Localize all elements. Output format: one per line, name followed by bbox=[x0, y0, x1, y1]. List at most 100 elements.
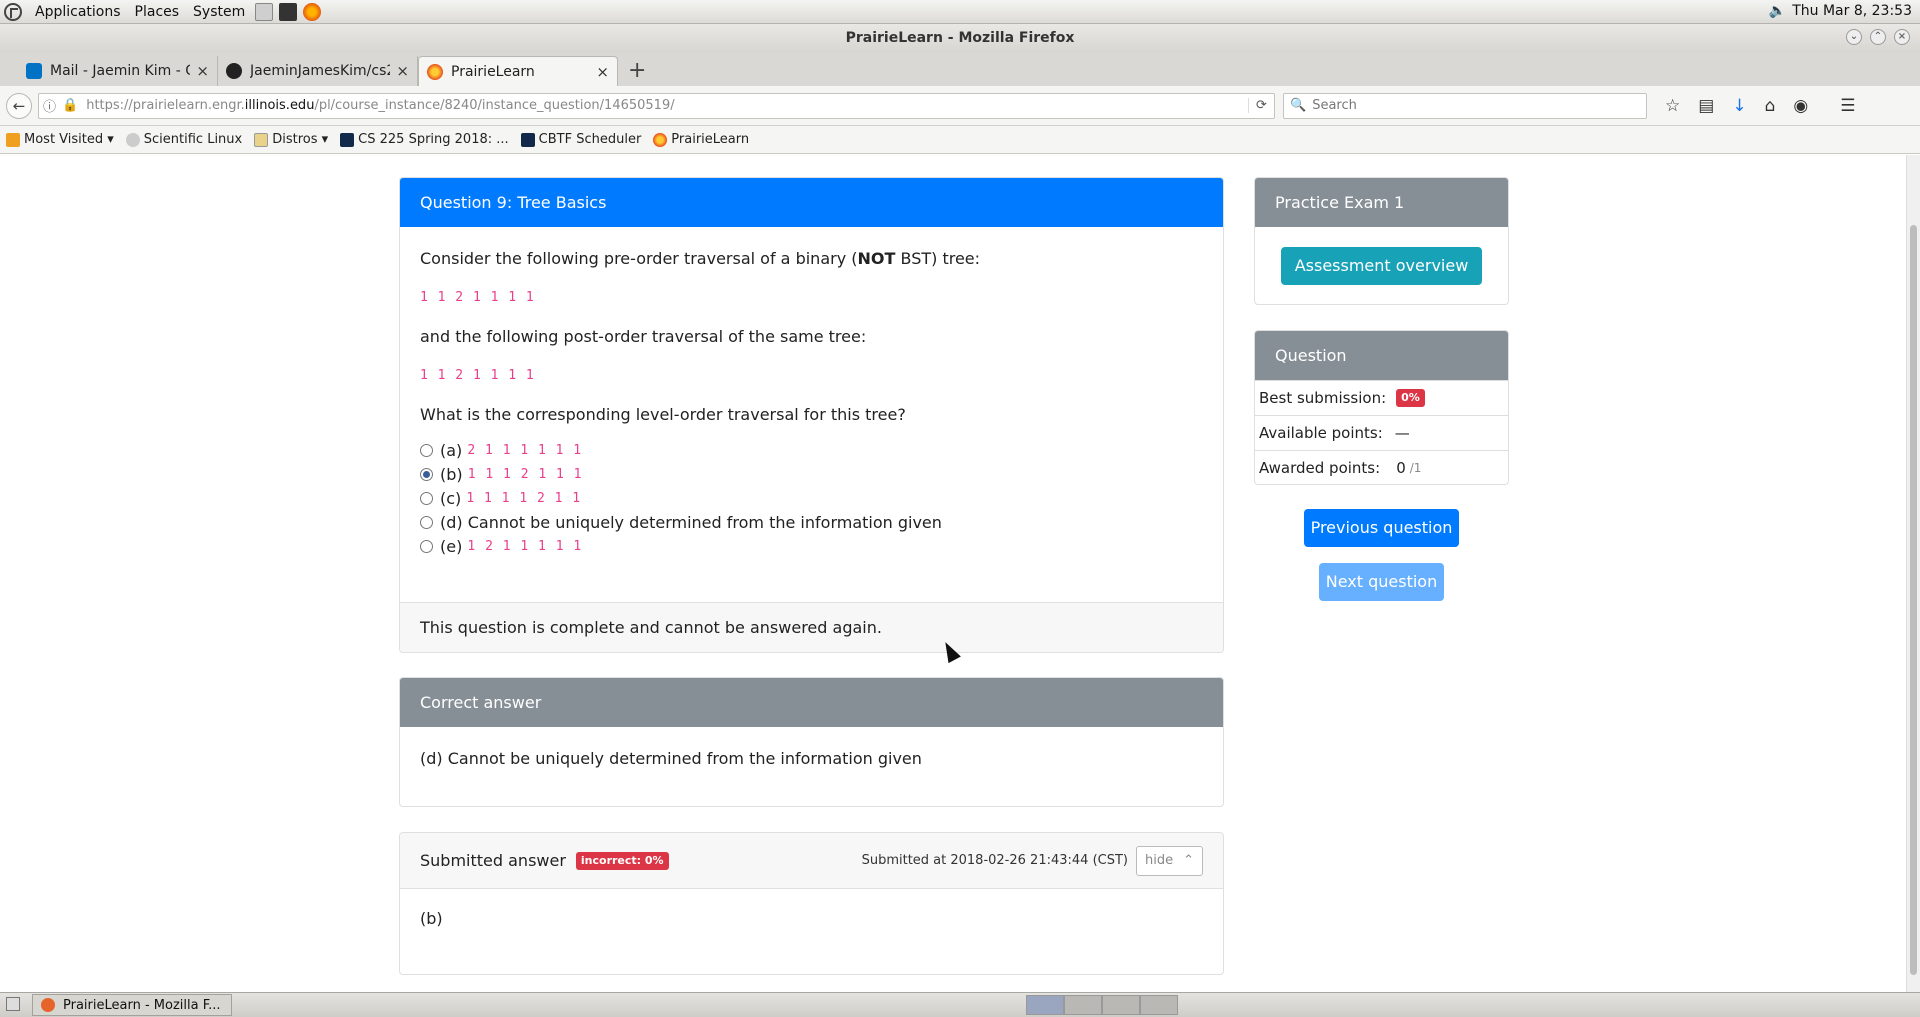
search-icon: 🔍 bbox=[1290, 98, 1307, 113]
clock[interactable]: Thu Mar 8, 23:53 bbox=[1792, 3, 1912, 19]
illinois-icon bbox=[340, 132, 355, 147]
close-tab-icon[interactable]: × bbox=[396, 62, 409, 80]
reload-icon[interactable]: ⟳ bbox=[1248, 98, 1274, 113]
hide-label: hide bbox=[1144, 853, 1174, 868]
submitted-timestamp: Submitted at 2018-02-26 21:43:44 (CST) bbox=[861, 853, 1128, 868]
option-b[interactable]: (b) 1 1 1 2 1 1 1 bbox=[420, 462, 1203, 486]
bookmark-most-visited[interactable]: Most Visited ▾ bbox=[6, 132, 114, 147]
navigation-bar: ← ⓘ 🔒 https://prairielearn.engr. illinois… bbox=[0, 86, 1920, 126]
hamburger-menu-icon[interactable]: ☰ bbox=[1840, 96, 1855, 116]
window-title: PrairieLearn - Mozilla Firefox bbox=[845, 30, 1075, 46]
search-input[interactable]: 🔍 Search bbox=[1283, 92, 1647, 119]
available-points-value: — bbox=[1394, 423, 1410, 442]
awarded-points-row: Awarded points: 0 /1 bbox=[1255, 450, 1508, 484]
bookmark-label: Most Visited ▾ bbox=[24, 132, 114, 147]
tab-label: Mail - Jaemin Kim - O... bbox=[50, 63, 190, 79]
home-icon[interactable]: ⌂ bbox=[1765, 96, 1776, 116]
workspace-4[interactable] bbox=[1140, 995, 1178, 1015]
workspace-3[interactable] bbox=[1102, 995, 1140, 1015]
previous-question-button[interactable]: Previous question bbox=[1304, 509, 1459, 547]
reading-list-icon[interactable]: ▤ bbox=[1698, 96, 1714, 116]
close-window-icon[interactable]: × bbox=[1894, 29, 1910, 45]
outlook-icon bbox=[26, 63, 42, 79]
option-key: (e) bbox=[440, 536, 463, 556]
bookmark-label: Distros ▾ bbox=[272, 132, 329, 147]
lock-icon: 🔒 bbox=[62, 98, 79, 113]
workspace-1[interactable] bbox=[1026, 995, 1064, 1015]
question-card: Question 9: Tree Basics Consider the fol… bbox=[399, 177, 1224, 653]
radio-button[interactable] bbox=[420, 515, 433, 529]
file-manager-launcher-icon[interactable] bbox=[255, 2, 274, 21]
workspace-2[interactable] bbox=[1064, 995, 1102, 1015]
tab-mail[interactable]: Mail - Jaemin Kim - O... × bbox=[18, 56, 218, 86]
question-complete-notice: This question is complete and cannot be … bbox=[400, 602, 1223, 652]
menu-applications[interactable]: Applications bbox=[28, 4, 128, 20]
close-tab-icon[interactable]: × bbox=[596, 63, 609, 81]
tab-label: JaeminJamesKim/cs2... bbox=[250, 63, 390, 79]
exam-card-body: Assessment overview bbox=[1255, 227, 1508, 304]
question-prompt: Consider the following pre-order travers… bbox=[420, 249, 1203, 268]
download-icon[interactable]: ↓ bbox=[1732, 96, 1746, 116]
bookmarks-toolbar: Most Visited ▾ Scientific Linux Distros … bbox=[0, 126, 1920, 154]
bookmark-star-icon[interactable]: ☆ bbox=[1665, 96, 1680, 116]
exam-card: Practice Exam 1 Assessment overview bbox=[1254, 177, 1509, 305]
menu-places[interactable]: Places bbox=[128, 4, 187, 20]
new-tab-icon[interactable]: + bbox=[628, 58, 646, 83]
option-key: (a) bbox=[440, 440, 463, 460]
correct-answer-card: Correct answer (d) Cannot be uniquely de… bbox=[399, 677, 1224, 807]
option-text: 2 1 1 1 1 1 1 bbox=[467, 442, 583, 458]
assessment-overview-button[interactable]: Assessment overview bbox=[1280, 247, 1483, 285]
preorder-sequence: 1 1 2 1 1 1 1 bbox=[420, 290, 535, 305]
url-path: /pl/course_instance/8240/instance_questi… bbox=[314, 98, 675, 113]
bookmark-cbtf-scheduler[interactable]: CBTF Scheduler bbox=[520, 132, 642, 147]
folder-icon bbox=[254, 132, 269, 147]
url-bar[interactable]: ⓘ 🔒 https://prairielearn.engr. illinois.e… bbox=[38, 92, 1275, 119]
distro-logo-icon[interactable] bbox=[4, 2, 22, 21]
info-icon[interactable]: ⓘ bbox=[43, 96, 56, 115]
option-e[interactable]: (e) 1 2 1 1 1 1 1 bbox=[420, 534, 1203, 558]
option-c[interactable]: (c) 1 1 1 1 2 1 1 bbox=[420, 486, 1203, 510]
show-desktop-icon[interactable] bbox=[6, 997, 20, 1011]
bookmark-scientific-linux[interactable]: Scientific Linux bbox=[125, 132, 242, 147]
back-icon[interactable]: ← bbox=[6, 92, 32, 119]
best-submission-badge: 0% bbox=[1396, 389, 1425, 407]
pocket-icon[interactable]: ◉ bbox=[1793, 96, 1808, 116]
submitted-answer-header: Submitted answer incorrect: 0% Submitted… bbox=[400, 833, 1223, 889]
bookmark-label: PrairieLearn bbox=[671, 132, 750, 147]
tab-github[interactable]: JaeminJamesKim/cs2... × bbox=[218, 56, 418, 86]
bookmark-label: CBTF Scheduler bbox=[538, 132, 642, 147]
next-question-button[interactable]: Next question bbox=[1319, 563, 1444, 601]
volume-icon[interactable]: 🔈 bbox=[1769, 3, 1786, 19]
page-scrollbar[interactable] bbox=[1906, 155, 1920, 992]
prompt-bold: NOT bbox=[857, 249, 896, 268]
bookmark-cs225[interactable]: CS 225 Spring 2018: ... bbox=[340, 132, 509, 147]
option-a[interactable]: (a) 2 1 1 1 1 1 1 bbox=[420, 438, 1203, 462]
menu-system[interactable]: System bbox=[186, 4, 252, 20]
tab-prairielearn[interactable]: PrairieLearn × bbox=[418, 56, 618, 86]
url-domain: illinois.edu bbox=[244, 98, 315, 113]
radio-button[interactable] bbox=[420, 443, 433, 457]
firefox-launcher-icon[interactable] bbox=[303, 2, 322, 21]
github-icon bbox=[226, 63, 242, 79]
scrollbar-thumb[interactable] bbox=[1910, 225, 1917, 975]
taskbar-item-firefox[interactable]: PrairieLearn - Mozilla F... bbox=[32, 994, 232, 1016]
radio-button-selected[interactable] bbox=[420, 467, 433, 481]
bookmark-distros[interactable]: Distros ▾ bbox=[254, 132, 328, 147]
question-prompt-2: and the following post-order traversal o… bbox=[420, 327, 867, 346]
exam-title: Practice Exam 1 bbox=[1255, 178, 1508, 227]
bookmark-prairielearn[interactable]: PrairieLearn bbox=[653, 132, 749, 147]
terminal-launcher-icon[interactable] bbox=[279, 2, 298, 21]
hide-button[interactable]: hide ⌃ bbox=[1135, 845, 1203, 876]
firefox-icon bbox=[41, 998, 55, 1012]
radio-button[interactable] bbox=[420, 491, 433, 505]
maximize-icon[interactable]: ⌃ bbox=[1870, 29, 1886, 45]
answer-options: (a) 2 1 1 1 1 1 1 (b) 1 1 1 2 1 1 1 (c) … bbox=[420, 438, 1203, 558]
close-tab-icon[interactable]: × bbox=[196, 62, 209, 80]
incorrect-badge: incorrect: 0% bbox=[575, 851, 669, 870]
taskbar-item-label: PrairieLearn - Mozilla F... bbox=[63, 997, 221, 1013]
option-d[interactable]: (d) Cannot be uniquely determined from t… bbox=[420, 510, 1203, 534]
option-text: 1 1 1 2 1 1 1 bbox=[467, 466, 583, 482]
minimize-icon[interactable]: ⌄ bbox=[1846, 29, 1862, 45]
question-header: Question 9: Tree Basics bbox=[400, 178, 1223, 227]
radio-button[interactable] bbox=[420, 539, 433, 553]
